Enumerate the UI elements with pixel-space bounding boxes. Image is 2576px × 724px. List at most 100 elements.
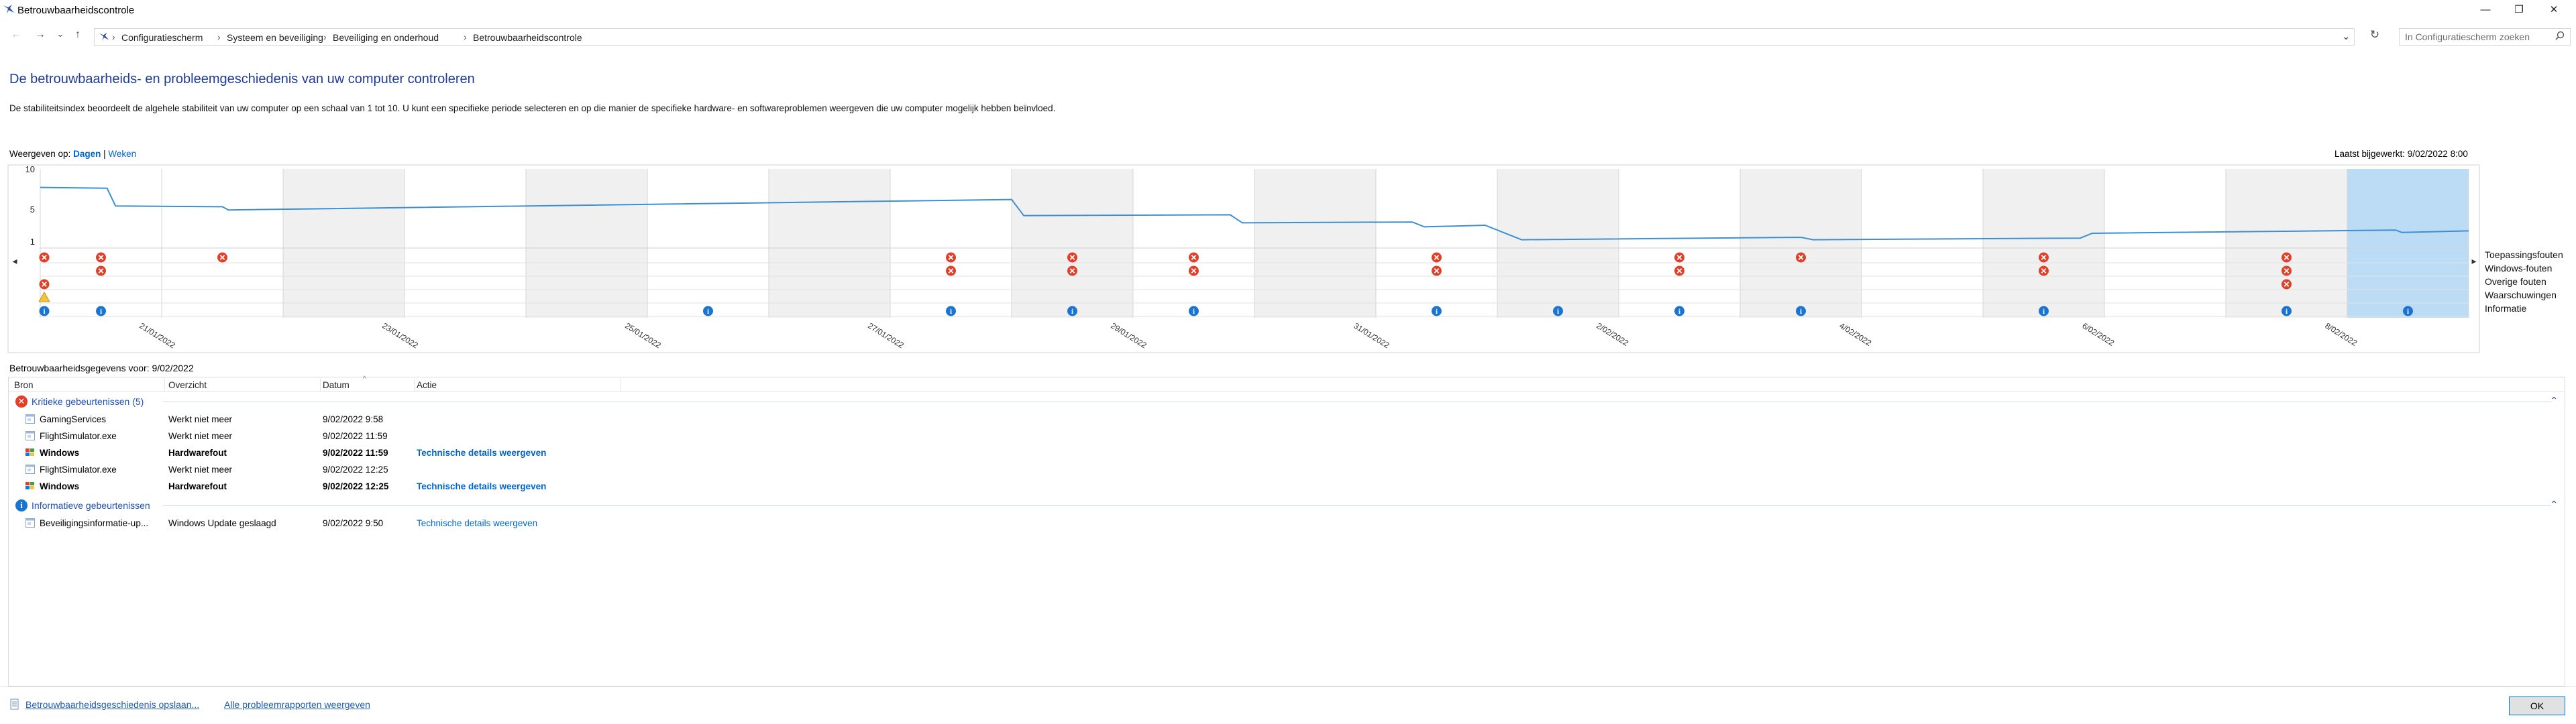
column-divider[interactable] [164, 379, 165, 391]
info-event-glyph: i [43, 308, 45, 316]
column-divider[interactable] [414, 379, 415, 391]
event-row-label: Toepassingsfouten [2485, 249, 2563, 260]
row-summary: Werkt niet meer [168, 414, 233, 424]
chart-column-shade[interactable] [283, 169, 405, 318]
minimize-button[interactable]: — [2469, 0, 2502, 20]
chart-column-shade[interactable] [1012, 169, 1133, 318]
back-arrow-icon[interactable]: ← [9, 29, 23, 41]
stability-chart[interactable]: 1051i i i i i i i i i i i i i◂ ▸21/01/2022 23/01/2022 2… [0, 164, 2496, 355]
row-summary: Werkt niet meer [168, 431, 233, 441]
column-header-date[interactable]: Datum [323, 380, 350, 390]
windows-flag-icon [25, 482, 34, 489]
column-divider[interactable] [320, 379, 321, 391]
group-critical-events[interactable]: ✕ Kritieke gebeurtenissen (5) ⌃ [9, 394, 2565, 409]
group-informational-events[interactable]: i Informatieve gebeurtenissen ⌃ [9, 498, 2565, 513]
column-header-source[interactable]: Bron [14, 380, 34, 390]
row-date: 9/02/2022 9:50 [323, 518, 384, 528]
info-event-glyph: i [1436, 308, 1438, 316]
save-history-link[interactable]: Betrouwbaarheidsgeschiedenis opslaan... [25, 699, 199, 710]
info-event-glyph: i [2043, 308, 2045, 316]
up-arrow-icon[interactable]: ↑ [71, 29, 85, 41]
error-icon: ✕ [15, 396, 28, 408]
close-button[interactable]: ✕ [2537, 0, 2571, 20]
row-source: FlightSimulator.exe [40, 465, 117, 475]
row-summary: Windows Update geslaagd [168, 518, 276, 528]
application-icon [25, 414, 35, 424]
control-panel-icon [99, 32, 109, 42]
window-title: Betrouwbaarheidscontrole [17, 5, 135, 16]
table-row[interactable]: FlightSimulator.exe Werkt niet meer 9/02/2… [9, 428, 2565, 444]
details-header: Betrouwbaarheidsgegevens voor: 9/02/2022 [9, 363, 194, 373]
scroll-right-arrow-icon[interactable]: ▸ [2471, 255, 2476, 266]
table-row[interactable]: GamingServices Werkt niet meer 9/02/2022 9… [9, 411, 2565, 428]
row-source: Windows [40, 448, 80, 458]
all-problem-reports-link[interactable]: Alle probleemrapporten weergeven [224, 699, 370, 710]
table-row[interactable]: Windows Hardwarefout 9/02/2022 11:59 Techni… [9, 444, 2565, 461]
info-event-glyph: i [1800, 308, 1802, 316]
event-row-label: Windows-fouten [2485, 263, 2553, 274]
chart-column-shade[interactable] [769, 169, 890, 318]
technical-details-link[interactable]: Technische details weergeven [417, 518, 537, 528]
search-icon[interactable] [2555, 31, 2565, 40]
column-header-summary[interactable]: Overzicht [168, 380, 207, 390]
forward-arrow-icon[interactable]: → [34, 29, 47, 41]
breadcrumb-control-panel[interactable]: Configuratiescherm [121, 32, 203, 43]
scroll-left-arrow-icon[interactable]: ◂ [12, 255, 17, 266]
address-dropdown-icon[interactable]: ⌄ [2342, 30, 2351, 42]
info-event-glyph: i [707, 308, 709, 316]
chart-column-shade[interactable] [2226, 169, 2347, 318]
table-row[interactable]: Windows Hardwarefout 9/02/2022 12:25 Techni… [9, 478, 2565, 495]
chart-column-shade[interactable] [1740, 169, 1862, 318]
collapse-chevron-icon[interactable]: ⌃ [2550, 395, 2558, 406]
recent-locations-icon[interactable]: ⌄ [54, 29, 67, 40]
chart-column-shade[interactable] [526, 169, 647, 318]
search-input[interactable] [2400, 29, 2547, 45]
event-row-label: Overige fouten [2485, 276, 2546, 287]
chart-column-shade[interactable] [1254, 169, 1376, 318]
view-toggle: Weergeven op: Dagen | Weken [9, 149, 136, 159]
table-row[interactable]: Beveiligingsinformatie-up... Windows Upda… [9, 515, 2565, 532]
maximize-button[interactable]: ❐ [2502, 0, 2536, 20]
info-event-glyph: i [2407, 308, 2409, 316]
breadcrumb-separator-icon: › [112, 32, 115, 42]
row-summary: Hardwarefout [168, 481, 227, 491]
breadcrumb-security-maintenance[interactable]: Beveiliging en onderhoud [333, 32, 439, 43]
column-header-action[interactable]: Actie [417, 380, 437, 390]
ok-button[interactable]: OK [2509, 697, 2565, 715]
breadcrumb-separator-icon: › [464, 32, 467, 42]
row-date: 9/02/2022 11:59 [323, 448, 388, 458]
view-separator: | [103, 149, 106, 159]
view-days-link[interactable]: Dagen [73, 149, 101, 159]
row-date: 9/02/2022 9:58 [323, 414, 384, 424]
group-label[interactable]: Kritieke gebeurtenissen (5) [32, 396, 150, 407]
row-source: FlightSimulator.exe [40, 431, 117, 441]
windows-flag-icon [25, 448, 34, 456]
breadcrumb-system-security[interactable]: Systeem en beveiliging [227, 32, 323, 43]
group-label[interactable]: Informatieve gebeurtenissen [32, 500, 156, 511]
breadcrumb[interactable]: › Configuratiescherm › Systeem en beveil… [94, 28, 2355, 46]
chart-selected-column[interactable] [2347, 169, 2469, 318]
info-icon: i [15, 499, 28, 511]
row-source: Windows [40, 481, 80, 491]
info-event-glyph: i [1678, 308, 1680, 316]
application-icon [25, 431, 35, 440]
breadcrumb-reliability-monitor[interactable]: Betrouwbaarheidscontrole [473, 32, 582, 43]
table-row[interactable]: FlightSimulator.exe Werkt niet meer 9/02/2… [9, 461, 2565, 478]
technical-details-link[interactable]: Technische details weergeven [417, 448, 546, 458]
search-box[interactable] [2399, 28, 2571, 46]
row-date: 9/02/2022 12:25 [323, 481, 389, 491]
row-summary: Hardwarefout [168, 448, 227, 458]
save-document-icon [10, 699, 19, 710]
chart-column-shade[interactable] [1497, 169, 1619, 318]
view-weeks-link[interactable]: Weken [108, 149, 136, 159]
info-event-glyph: i [1557, 308, 1559, 316]
group-divider [163, 505, 2551, 506]
collapse-chevron-icon[interactable]: ⌃ [2550, 499, 2558, 510]
technical-details-link[interactable]: Technische details weergeven [417, 481, 546, 491]
chart-y-tick: 10 [25, 164, 35, 174]
last-updated-label: Laatst bijgewerkt: 9/02/2022 8:00 [2334, 149, 2468, 159]
info-event-glyph: i [100, 308, 102, 316]
refresh-icon[interactable]: ↻ [2368, 28, 2381, 42]
chart-column-shade[interactable] [1983, 169, 2104, 318]
details-table: Bron Overzicht Datum ^ Actie ✕ Kritieke … [8, 375, 2565, 686]
